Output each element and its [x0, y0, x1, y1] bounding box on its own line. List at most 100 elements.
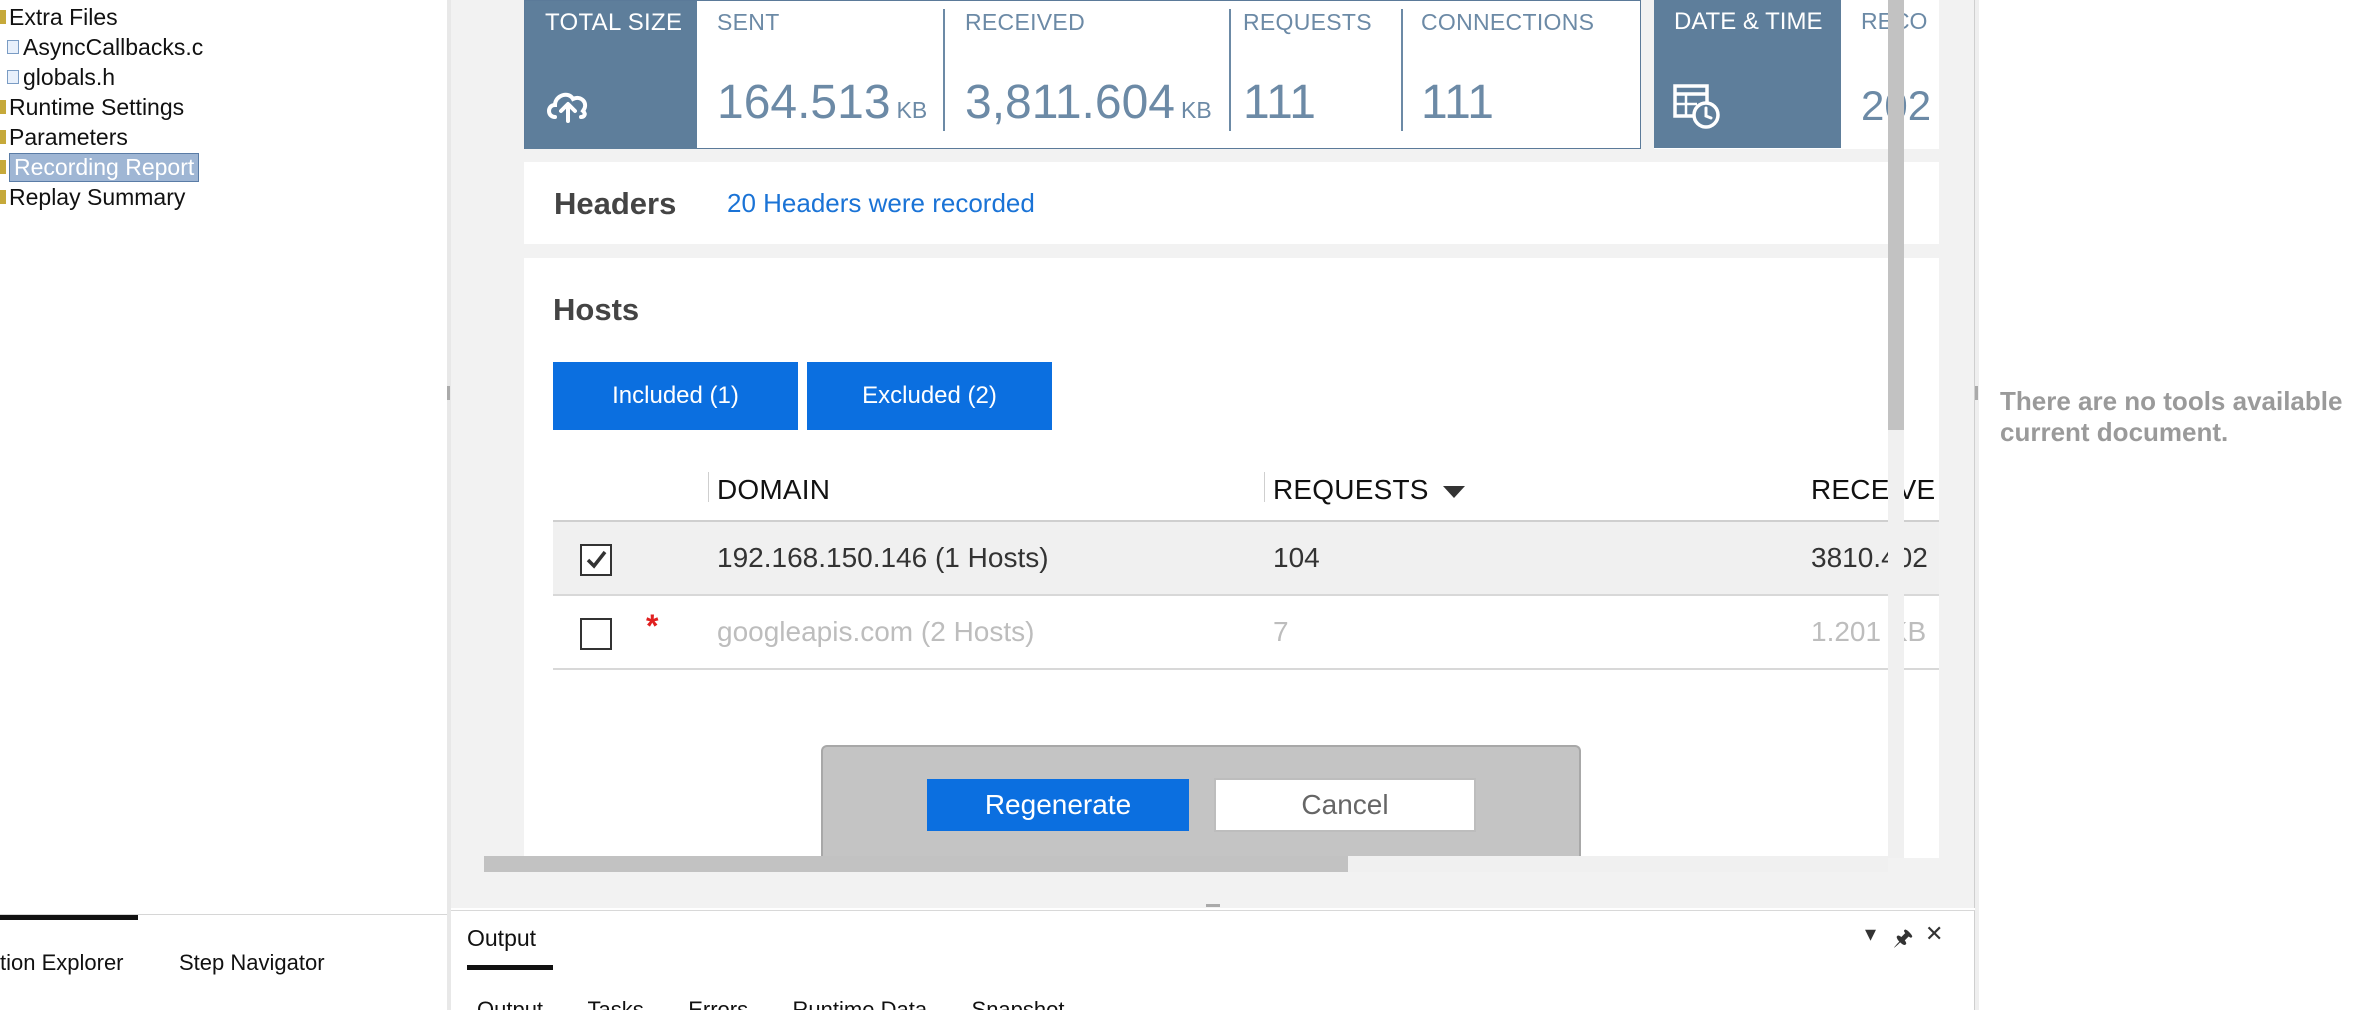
header-file-icon: [7, 70, 19, 84]
connections-value: 111: [1421, 76, 1494, 129]
host-domain: googleapis.com (2 Hosts): [717, 616, 1035, 647]
connections-stat: CONNECTIONS 111: [1405, 1, 1635, 149]
column-divider: [1264, 472, 1265, 502]
total-size-tile: TOTAL SIZE: [525, 1, 697, 149]
tab-solution-explorer[interactable]: tion Explorer: [0, 950, 124, 976]
pin-icon[interactable]: 🖈: [1893, 921, 1913, 959]
host-include-checkbox[interactable]: [580, 544, 612, 576]
cloud-upload-icon: [547, 92, 588, 123]
tab-step-navigator[interactable]: Step Navigator: [179, 950, 325, 976]
summary-node-icon: [0, 190, 6, 204]
table-row[interactable]: 192.168.150.146 (1 Hosts) 104 3810.402: [553, 522, 1939, 596]
output-panel-title: Output: [467, 925, 537, 951]
regenerate-button[interactable]: Regenerate: [927, 779, 1189, 831]
tree-item-extra-files[interactable]: Extra Files: [0, 2, 118, 32]
requests-value: 111: [1243, 76, 1316, 129]
connections-label: CONNECTIONS: [1421, 9, 1595, 35]
horizontal-scrollbar[interactable]: [484, 856, 1888, 872]
host-requests: 104: [1273, 542, 1320, 573]
horizontal-scroll-thumb[interactable]: [484, 856, 1348, 872]
received-label: RECEIVED: [965, 9, 1085, 35]
no-tools-message: There are no tools available current doc…: [2000, 386, 2343, 447]
tree-item-label: Replay Summary: [9, 183, 186, 210]
recording-report-view: TOTAL SIZE SENT 164.513 KB RECEIVED 3,811…: [524, 0, 1939, 858]
tree-item-label: AsyncCallbacks.c: [23, 33, 204, 60]
received-value: 3,811.604 KB: [965, 75, 1212, 130]
received-stat: RECEIVED 3,811.604 KB: [945, 1, 1229, 149]
regenerate-dialog: Regenerate Cancel: [821, 745, 1581, 858]
app-window: Extra Files AsyncCallbacks.c globals.h R…: [0, 0, 2366, 1010]
parameters-node-icon: [0, 130, 6, 144]
included-hosts-button[interactable]: Included (1): [553, 362, 798, 430]
headers-section: Headers 20 Headers were recorded: [524, 162, 1939, 244]
sent-label: SENT: [717, 9, 780, 35]
active-tab-indicator: [467, 965, 553, 970]
host-domain: 192.168.150.146 (1 Hosts): [717, 542, 1049, 573]
sent-value: 164.513 KB: [717, 75, 927, 130]
vertical-scrollbar[interactable]: [1888, 0, 1904, 858]
requests-stat: REQUESTS 111: [1195, 1, 1372, 149]
column-domain[interactable]: DOMAIN: [717, 474, 830, 506]
tree-item-label: Extra Files: [9, 3, 118, 30]
tree-item-globals[interactable]: globals.h: [7, 62, 115, 92]
sent-stat: SENT 164.513 KB: [697, 1, 943, 149]
headers-title: Headers: [554, 186, 677, 221]
tree-item-label: Recording Report: [9, 152, 200, 182]
stat-divider: [1401, 9, 1403, 131]
tree-item-runtime-settings[interactable]: Runtime Settings: [0, 92, 184, 122]
tree-item-label: Parameters: [9, 123, 128, 150]
date-time-label: DATE & TIME: [1674, 8, 1823, 35]
column-divider: [708, 472, 709, 502]
sent-number: 164.513: [717, 76, 891, 129]
calendar-clock-icon: [1673, 84, 1720, 129]
tree-item-label: Runtime Settings: [9, 93, 185, 120]
c-file-icon: [7, 40, 19, 54]
host-received: 1.201 KB: [1811, 616, 1927, 647]
tab-snapshot[interactable]: Snapshot: [972, 997, 1065, 1010]
splitter-grip: [447, 386, 450, 400]
cancel-button[interactable]: Cancel: [1214, 778, 1476, 832]
tree-item-asynccallbacks[interactable]: AsyncCallbacks.c: [7, 32, 203, 62]
tree-item-parameters[interactable]: Parameters: [0, 122, 128, 152]
tree-item-recording-report[interactable]: Recording Report: [0, 152, 200, 182]
date-time-tile: DATE & TIME: [1654, 0, 1841, 148]
folder-icon: [0, 10, 6, 24]
tab-errors[interactable]: Errors: [688, 997, 748, 1010]
output-splitter[interactable]: [451, 900, 1975, 910]
total-size-label: TOTAL SIZE: [545, 9, 683, 36]
tree-item-label: globals.h: [23, 63, 116, 90]
sort-descending-icon: [1442, 485, 1465, 498]
chevron-down-icon[interactable]: ▾: [1865, 921, 1876, 947]
required-marker-icon: *: [646, 608, 659, 644]
host-requests: 7: [1273, 616, 1289, 647]
hosts-title: Hosts: [553, 292, 640, 327]
tab-tasks[interactable]: Tasks: [588, 997, 644, 1010]
requests-label: REQUESTS: [1243, 9, 1372, 35]
table-row[interactable]: * googleapis.com (2 Hosts) 7 1.201 KB: [553, 596, 1939, 670]
column-received[interactable]: RECEIVE: [1811, 474, 1935, 506]
headers-recorded-link[interactable]: 20 Headers were recorded: [727, 188, 1035, 219]
tree-item-replay-summary[interactable]: Replay Summary: [0, 182, 185, 212]
hosts-table-header: DOMAIN REQUESTS RECEIVE: [553, 458, 1939, 522]
splitter-grip: [1206, 904, 1220, 907]
column-requests[interactable]: REQUESTS: [1273, 474, 1465, 506]
received-number: 3,811.604: [965, 76, 1175, 129]
host-include-checkbox[interactable]: [580, 618, 612, 650]
active-tab-indicator: [0, 915, 138, 920]
host-received: 3810.402: [1811, 542, 1928, 573]
vertical-scroll-thumb[interactable]: [1888, 0, 1904, 430]
output-tabstrip: Output Tasks Errors Runtime Data Snapsho…: [477, 997, 1104, 1010]
traffic-stats-strip: TOTAL SIZE SENT 164.513 KB RECEIVED 3,811…: [524, 0, 1641, 149]
column-requests-label: REQUESTS: [1273, 474, 1429, 505]
excluded-hosts-button[interactable]: Excluded (2): [807, 362, 1052, 430]
tab-runtime-data[interactable]: Runtime Data: [793, 997, 928, 1010]
close-icon[interactable]: ✕: [1925, 921, 1943, 947]
document-pane: TOTAL SIZE SENT 164.513 KB RECEIVED 3,811…: [451, 0, 1975, 908]
toolbox-pane: There are no tools available current doc…: [1979, 0, 2366, 1010]
tab-output[interactable]: Output: [477, 997, 543, 1010]
check-icon: [586, 550, 607, 569]
splitter-grip: [1975, 386, 1978, 400]
report-node-icon: [0, 160, 6, 174]
left-bottom-tabstrip: tion Explorer Step Navigator: [0, 914, 447, 1010]
settings-node-icon: [0, 100, 6, 114]
